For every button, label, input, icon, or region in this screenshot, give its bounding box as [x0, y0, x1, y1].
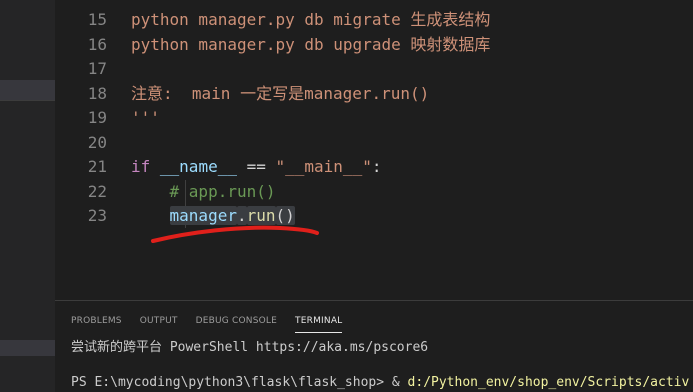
code-line[interactable]: 19 '''	[55, 106, 693, 130]
code-line[interactable]: 21 if __name__ == "__main__":	[55, 155, 693, 179]
sidebar-selected-row[interactable]	[0, 80, 55, 100]
tab-problems[interactable]: PROBLEMS	[71, 313, 122, 333]
terminal-line-2[interactable]: PS E:\mycoding\python3\flask\flask_shop>…	[71, 374, 689, 392]
line-code: '''	[131, 106, 160, 130]
tab-output[interactable]: OUTPUT	[140, 313, 178, 333]
line-number: 22	[87, 181, 107, 201]
code-token: ()	[275, 206, 295, 225]
code-token: manager	[169, 206, 237, 225]
terminal-command-path: d:/Python_env/shop_env/Scripts/activ	[407, 375, 690, 390]
tab-terminal[interactable]: TERMINAL	[295, 313, 343, 333]
line-number: 19	[87, 108, 107, 127]
line-number: 16	[87, 34, 107, 54]
line-number: 15	[87, 10, 107, 29]
line-code: if __name__ == "__main__":	[131, 155, 381, 179]
code-editor[interactable]: 15 python manager.py db migrate 生成表结构 16 py…	[55, 0, 693, 300]
code-line[interactable]: 22 # app.run()	[55, 180, 693, 204]
code-token: # app.run()	[169, 181, 276, 201]
code-token: 注意: main 一定写是manager.run()	[131, 83, 430, 103]
code-token: '''	[131, 108, 160, 127]
panel-tabs: PROBLEMS OUTPUT DEBUG CONSOLE TERMINAL	[71, 313, 343, 333]
line-code: # app.run()	[131, 180, 276, 204]
line-code: manager.run()	[131, 204, 295, 228]
tab-debug-console[interactable]: DEBUG CONSOLE	[196, 313, 277, 333]
code-token: if	[131, 157, 151, 176]
line-number: 17	[87, 59, 107, 78]
code-line[interactable]: 23 manager.run()	[55, 204, 693, 228]
code-line[interactable]: 18 注意: main 一定写是manager.run()	[55, 82, 693, 106]
line-code: python manager.py db upgrade 映射数据库	[131, 33, 490, 57]
code-line[interactable]: 17	[55, 57, 693, 81]
terminal-line-1: 尝试新的跨平台 PowerShell https://aka.ms/pscore…	[71, 340, 429, 355]
sidebar-highlight-row[interactable]	[0, 340, 55, 356]
sidebar-divider	[0, 100, 55, 101]
vscode-window: 15 python manager.py db migrate 生成表结构 16 py…	[0, 0, 693, 392]
sidebar-strip	[0, 0, 55, 392]
code-line[interactable]: 15 python manager.py db migrate 生成表结构	[55, 8, 693, 32]
line-code: 注意: main 一定写是manager.run()	[131, 82, 429, 106]
code-token: python manager.py db migrate 生成表结构	[131, 10, 491, 29]
code-token: python manager.py db upgrade 映射数据库	[131, 34, 491, 54]
line-number: 21	[87, 157, 107, 176]
code-token: ==	[236, 157, 276, 176]
line-number: 23	[87, 206, 107, 225]
line-code: python manager.py db migrate 生成表结构	[131, 8, 490, 32]
code-token: run	[246, 206, 276, 225]
line-number: 18	[87, 83, 107, 103]
code-token: .	[236, 206, 247, 225]
code-line[interactable]: 20	[55, 131, 693, 155]
bottom-panel: PROBLEMS OUTPUT DEBUG CONSOLE TERMINAL 尝试新的…	[55, 300, 693, 392]
code-line[interactable]: 16 python manager.py db upgrade 映射数据库	[55, 33, 693, 57]
code-token: :	[371, 157, 382, 176]
code-token: "__main__"	[275, 157, 372, 176]
code-token: __name__	[159, 157, 237, 176]
line-number: 20	[87, 132, 107, 152]
terminal-prompt: PS E:\mycoding\python3\flask\flask_shop>…	[71, 375, 408, 390]
